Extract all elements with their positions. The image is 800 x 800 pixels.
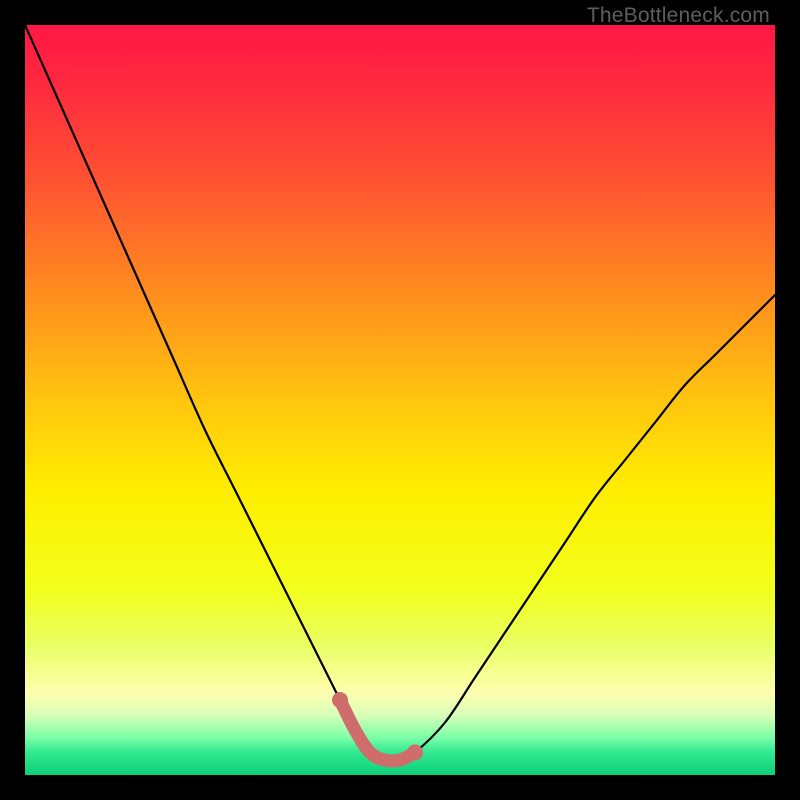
watermark-text: TheBottleneck.com <box>587 4 770 28</box>
plot-area <box>25 25 775 775</box>
chart-frame: TheBottleneck.com <box>0 0 800 800</box>
bottleneck-curve <box>25 25 775 775</box>
